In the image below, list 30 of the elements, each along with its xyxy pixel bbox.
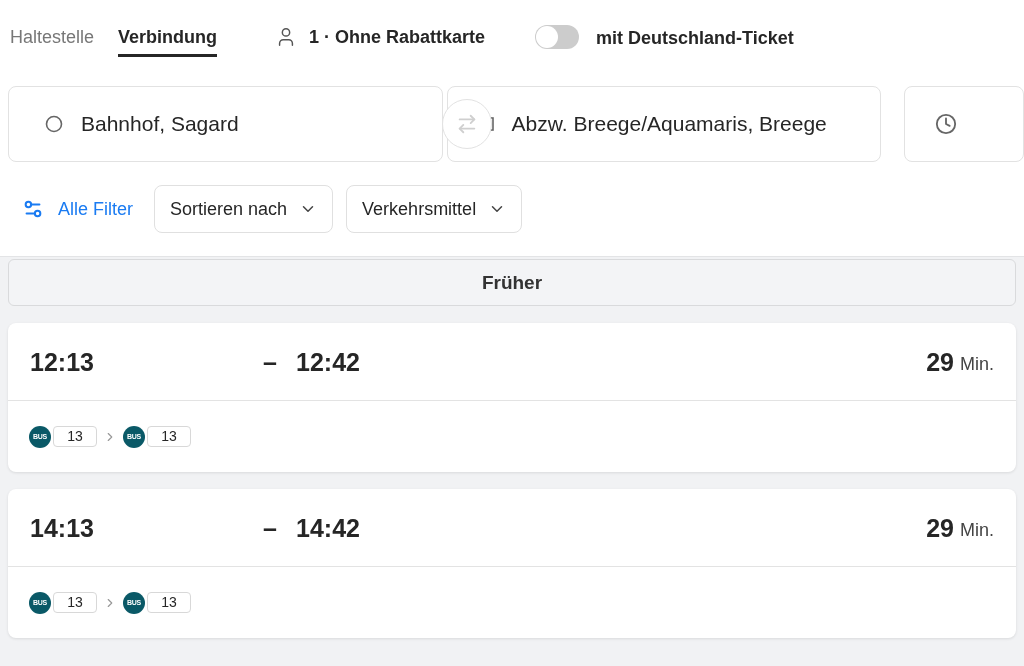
dropdown-button[interactable]: Sortieren nach — [154, 185, 334, 233]
all-filters-link[interactable]: Alle Filter — [22, 198, 133, 220]
line-number: 13 — [53, 426, 97, 447]
swap-icon — [456, 113, 478, 135]
line-number: 13 — [147, 426, 191, 447]
destination-field[interactable]: Abzw. Breege/Aquamaris, Breege — [446, 86, 881, 162]
toggle-switch[interactable] — [535, 25, 580, 49]
arrival-time: 14:42 — [296, 512, 360, 543]
time-separator: – — [263, 346, 278, 377]
sliders-icon — [22, 198, 44, 220]
line-number: 13 — [147, 592, 191, 613]
clock-icon — [935, 113, 957, 135]
dropdown-button[interactable]: Verkehrsmittel — [346, 185, 523, 233]
tab[interactable]: Verbindung — [118, 26, 218, 57]
earlier-button[interactable]: Früher — [8, 259, 1016, 306]
tab[interactable]: Haltestelle — [10, 26, 95, 57]
origin-field[interactable]: Bahnhof, Sagard — [8, 86, 443, 162]
passenger-selector[interactable]: 1 · Ohne Rabattkarte — [275, 26, 486, 48]
time-separator: – — [263, 512, 278, 543]
departure-time: 12:13 — [30, 346, 95, 377]
duration-unit: Min. — [960, 353, 994, 375]
departure-time: 14:13 — [30, 512, 95, 543]
duration-unit: Min. — [960, 519, 994, 541]
circle-icon — [45, 115, 63, 133]
duration-value: 29 — [926, 512, 954, 543]
duration-value: 29 — [926, 346, 954, 377]
line-number: 13 — [53, 592, 97, 613]
arrival-time: 12:42 — [296, 346, 360, 377]
time-field[interactable] — [904, 86, 1024, 162]
toggle-label: mit Deutschland-Ticket — [596, 26, 794, 49]
